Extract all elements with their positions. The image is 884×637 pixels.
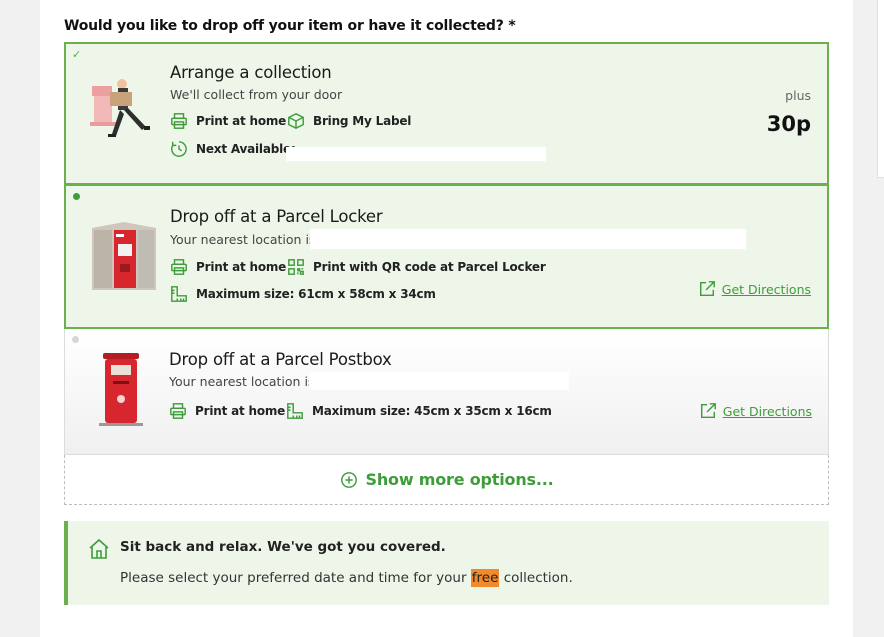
external-link-icon — [700, 403, 716, 419]
courier-illustration-icon — [90, 79, 150, 137]
collection-info-notice: Sit back and relax. We've got you covere… — [64, 521, 829, 605]
plus-circle-icon — [340, 471, 357, 488]
get-directions-link[interactable]: Get Directions — [698, 280, 811, 298]
unselected-radio-dot — [72, 336, 79, 343]
selected-radio-dot — [73, 193, 80, 200]
ruler-icon — [287, 403, 303, 419]
print-at-home-feature: Print at home — [169, 402, 285, 420]
bring-my-label-feature: Bring My Label — [287, 112, 411, 130]
notice-text: Please select your preferred date and ti… — [120, 569, 573, 587]
max-size-feature: Maximum size: 45cm x 35cm x 16cm — [286, 402, 552, 420]
next-available-feature: Next Available: — [170, 140, 296, 158]
option-title: Drop off at a Parcel Locker — [170, 207, 383, 226]
selected-check-icon: ✓ — [72, 48, 82, 61]
option-subtitle: Your nearest location is — [169, 374, 315, 389]
option-parcel-postbox[interactable]: Drop off at a Parcel Postbox Your neares… — [64, 329, 829, 455]
price-prefix: plus — [785, 88, 811, 103]
show-more-label: Show more options... — [365, 470, 554, 489]
external-link-icon — [699, 281, 715, 297]
home-icon — [89, 538, 109, 559]
printer-icon — [170, 403, 186, 419]
parcel-postbox-illustration-icon — [99, 353, 143, 426]
max-size-feature: Maximum size: 61cm x 58cm x 34cm — [170, 285, 436, 303]
printer-icon — [171, 259, 187, 275]
redacted-next-available — [286, 147, 546, 161]
get-directions-link[interactable]: Get Directions — [699, 402, 812, 420]
notice-title: Sit back and relax. We've got you covere… — [120, 539, 446, 555]
option-title: Drop off at a Parcel Postbox — [169, 350, 392, 369]
timer-icon — [171, 141, 187, 157]
notice-text-after: collection. — [499, 570, 573, 586]
option-title: Arrange a collection — [170, 63, 332, 82]
show-more-options-button[interactable]: Show more options... — [64, 455, 829, 505]
option-subtitle: Your nearest location is — [170, 232, 316, 247]
side-panel-edge — [877, 0, 884, 178]
redacted-location — [310, 229, 746, 249]
printer-icon — [171, 113, 187, 129]
print-at-home-feature: Print at home — [170, 258, 286, 276]
ruler-icon — [171, 286, 187, 302]
option-arrange-collection[interactable]: ✓ Arrange a collection We'll collect fro… — [64, 42, 829, 185]
option-subtitle: We'll collect from your door — [170, 87, 343, 102]
qr-code-feature: Print with QR code at Parcel Locker — [287, 258, 546, 276]
delivery-method-question: Would you like to drop off your item or … — [64, 18, 516, 34]
notice-text-before: Please select your preferred date and ti… — [120, 570, 471, 586]
collection-price: 30p — [766, 112, 811, 136]
redacted-location — [309, 372, 569, 390]
qr-code-icon — [288, 259, 304, 275]
option-parcel-locker[interactable]: Drop off at a Parcel Locker Your nearest… — [64, 185, 829, 329]
highlighted-free: free — [470, 569, 500, 587]
parcel-locker-illustration-icon — [92, 222, 156, 290]
print-at-home-feature: Print at home — [170, 112, 286, 130]
box-icon — [288, 112, 304, 130]
